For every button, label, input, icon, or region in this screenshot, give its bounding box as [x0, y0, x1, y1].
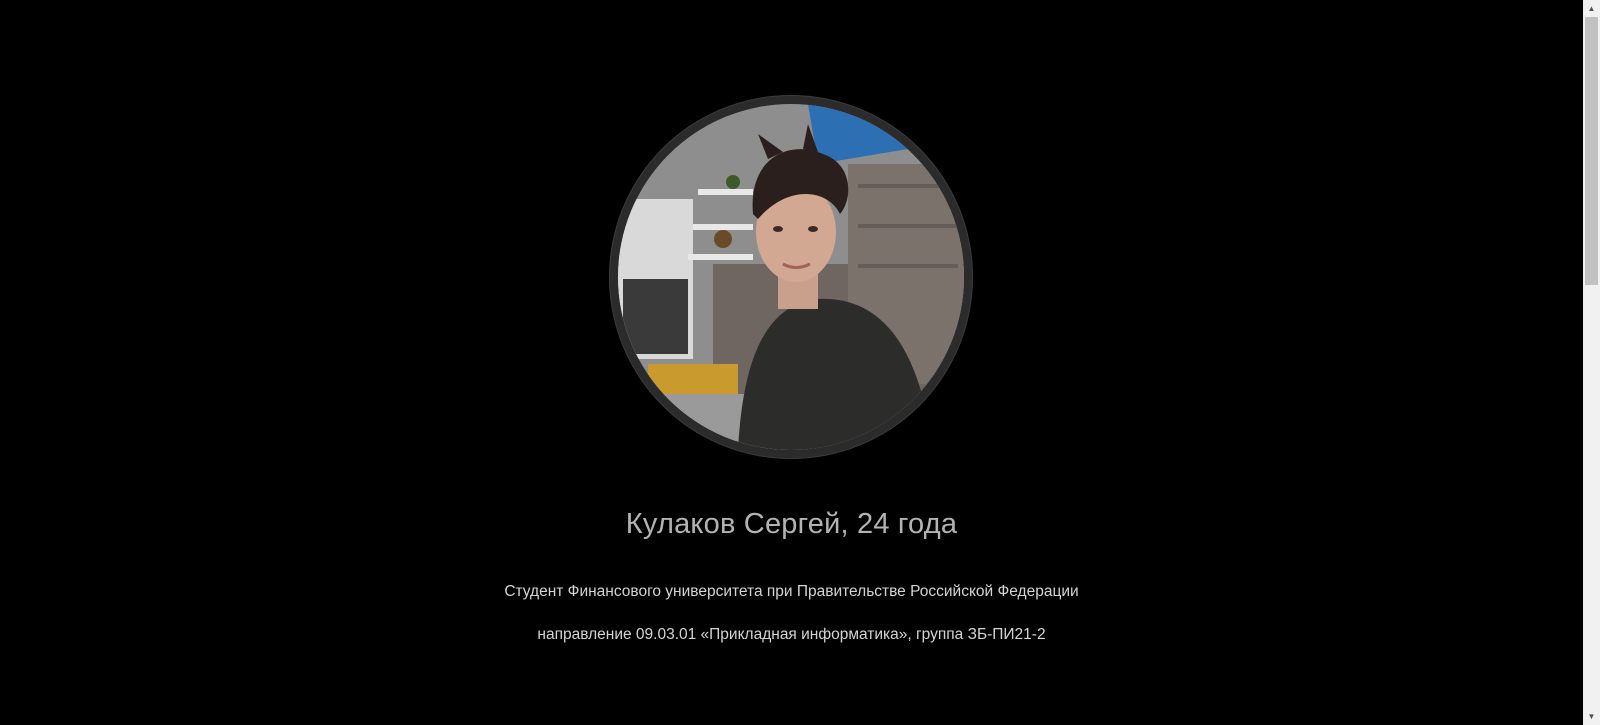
chevron-up-icon[interactable]: ▲ [1583, 0, 1600, 17]
avatar [618, 104, 964, 450]
profile-university: Студент Финансового университета при Пра… [504, 583, 1079, 600]
profile-name: Кулаков Сергей, 24 года [625, 508, 958, 540]
vertical-scrollbar[interactable]: ▲ ▼ [1583, 0, 1600, 725]
page-content: Кулаков Сергей, 24 года Студент Финансов… [0, 0, 1583, 725]
profile-photo [618, 104, 964, 450]
avatar-frame [609, 95, 973, 459]
scroll-thumb[interactable] [1585, 17, 1598, 285]
page: Кулаков Сергей, 24 года Студент Финансов… [0, 0, 1600, 725]
profile-program: направление 09.03.01 «Прикладная информа… [537, 626, 1046, 643]
chevron-down-icon[interactable]: ▼ [1583, 708, 1600, 725]
